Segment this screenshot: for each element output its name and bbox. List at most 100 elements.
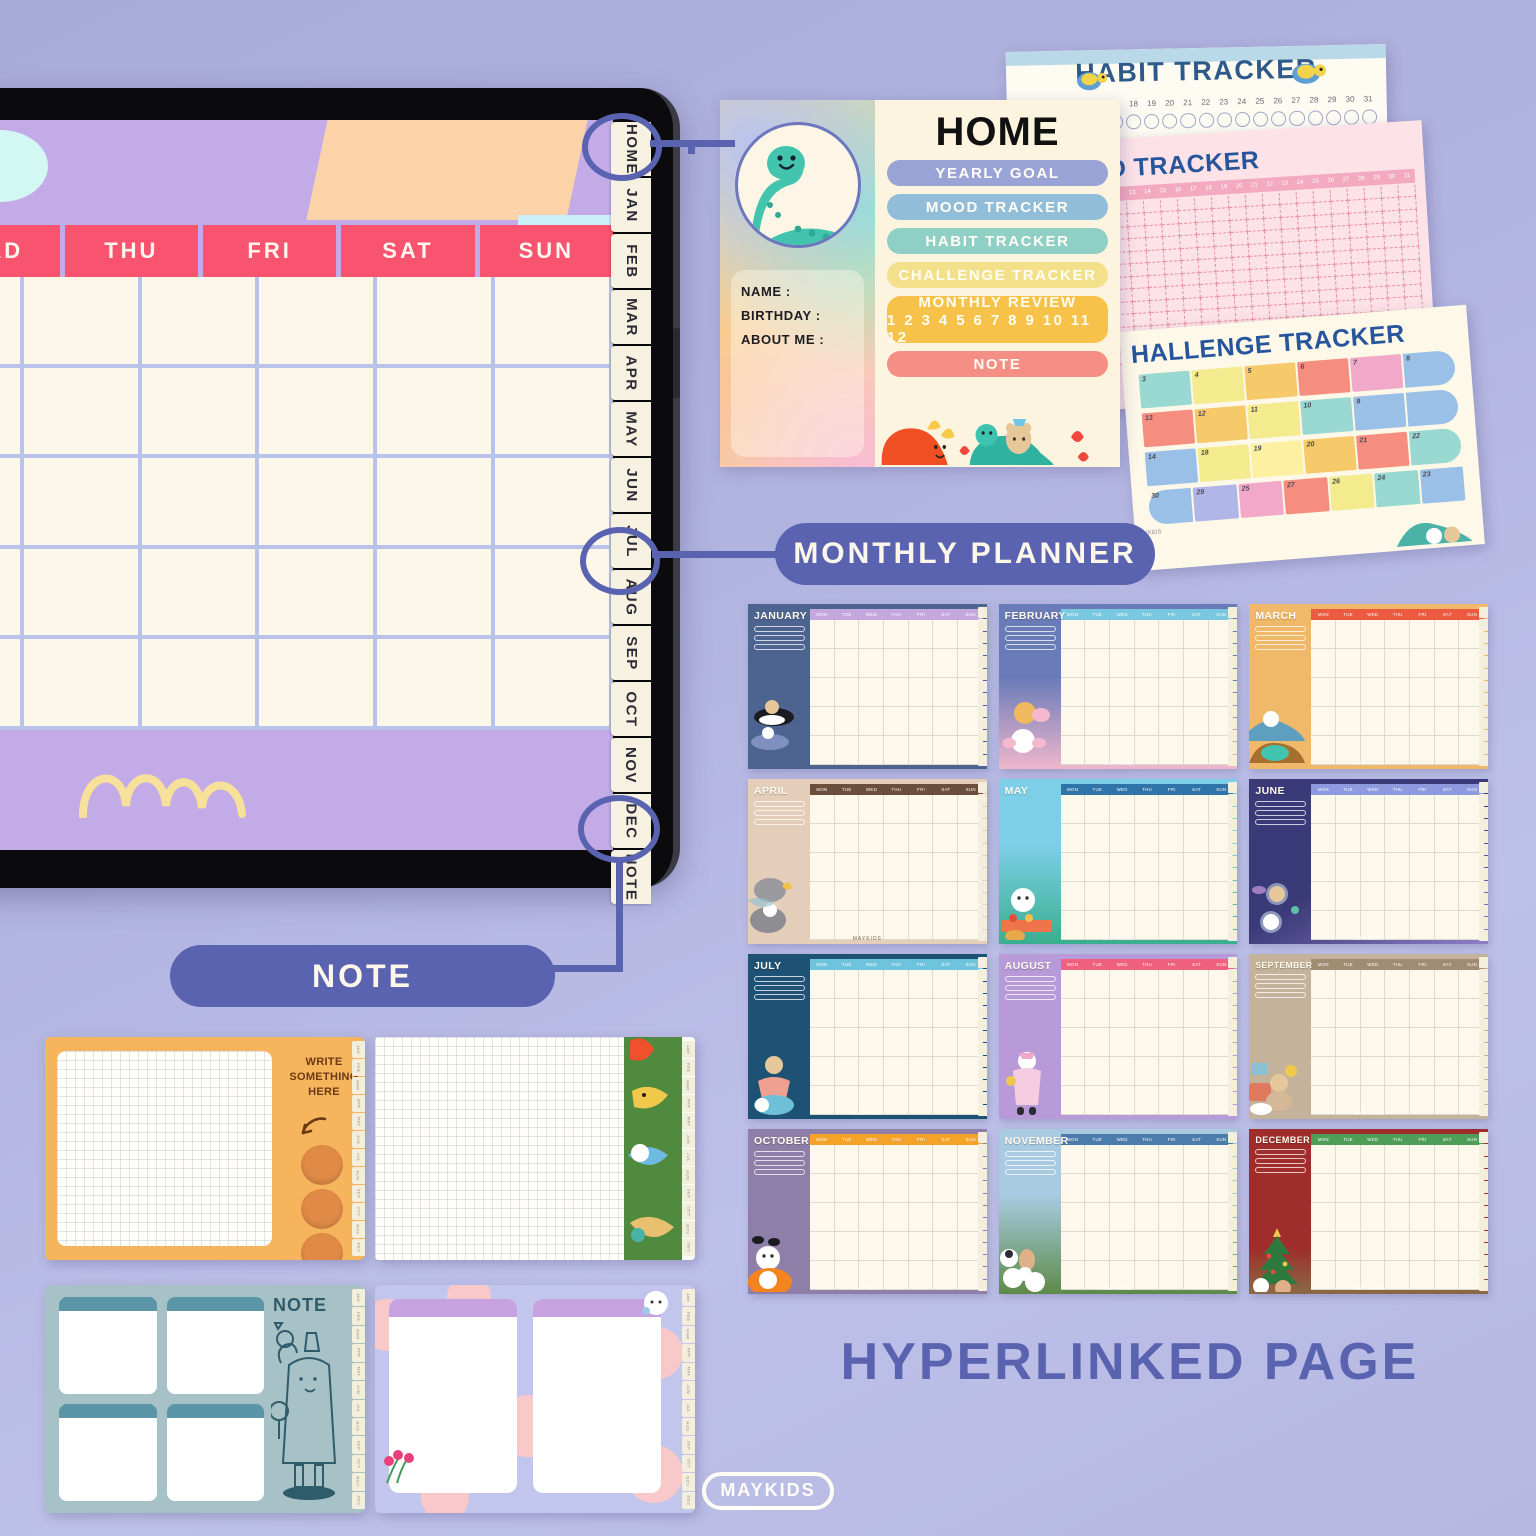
challenge-cell[interactable]: 26 xyxy=(1328,473,1375,511)
mood-cell[interactable] xyxy=(1161,211,1180,226)
mood-cell[interactable] xyxy=(1284,278,1303,293)
mood-cell[interactable] xyxy=(1149,299,1168,314)
habit-check-circle[interactable] xyxy=(1325,109,1342,126)
menu-challenge-tracker[interactable]: CHALLENGE TRACKER xyxy=(887,262,1108,288)
mood-cell[interactable] xyxy=(1267,280,1286,294)
planner-thumb-april[interactable]: APRIL MON TUE WED THU FRI SAT SUN MAYKID… xyxy=(748,779,987,944)
mood-cell[interactable] xyxy=(1399,209,1418,224)
mood-cell[interactable] xyxy=(1282,241,1301,256)
calendar-cell[interactable] xyxy=(377,639,496,730)
side-tab-strip[interactable] xyxy=(1228,607,1238,767)
mood-cell[interactable] xyxy=(1266,255,1285,269)
mood-cell[interactable] xyxy=(1146,249,1165,264)
mood-cell[interactable] xyxy=(1133,313,1152,327)
mood-cell[interactable] xyxy=(1354,299,1373,314)
mood-cell[interactable] xyxy=(1249,256,1268,270)
mood-cell[interactable] xyxy=(1314,202,1333,216)
challenge-cell[interactable]: 24 xyxy=(1374,470,1421,508)
side-tab-strip[interactable] xyxy=(977,607,987,767)
mood-cell[interactable] xyxy=(1179,223,1198,237)
mood-cell[interactable] xyxy=(1147,262,1166,276)
mood-cell[interactable] xyxy=(1331,201,1350,215)
tab-nov[interactable]: NOV xyxy=(611,738,651,792)
mood-cell[interactable] xyxy=(1297,203,1316,217)
mood-cell[interactable] xyxy=(1318,276,1337,291)
mood-cell[interactable] xyxy=(1299,240,1318,255)
mood-cell[interactable] xyxy=(1301,265,1319,279)
mood-cell[interactable] xyxy=(1263,205,1282,219)
mood-cell[interactable] xyxy=(1370,286,1389,300)
habit-check-circle[interactable] xyxy=(1144,113,1160,130)
challenge-cell[interactable]: 20 xyxy=(1303,435,1357,474)
mood-cell[interactable] xyxy=(1313,189,1332,204)
challenge-tracker-card[interactable]: HALLENGE TRACKER 3 4 5 6 7 8 13 12 11 10… xyxy=(1119,304,1485,572)
habit-check-circle[interactable] xyxy=(1307,110,1323,126)
mood-cell[interactable] xyxy=(1130,263,1149,277)
mood-cell[interactable] xyxy=(1387,285,1406,299)
mood-cell[interactable] xyxy=(1404,284,1423,298)
challenge-cell[interactable]: 4 xyxy=(1191,366,1245,405)
planner-thumb-november[interactable]: NOVEMBER MON TUE WED THU FRI SAT SUN MAY… xyxy=(998,1129,1238,1294)
mood-cell[interactable] xyxy=(1214,245,1233,260)
tab-feb[interactable]: FEB xyxy=(611,234,651,288)
planner-thumb-september[interactable]: SEPTEMBER MON TUE WED THU FRI SAT SUN MA… xyxy=(1249,954,1488,1119)
mood-cell[interactable] xyxy=(1298,228,1317,242)
mood-cell[interactable] xyxy=(1163,236,1181,250)
month-cells[interactable] xyxy=(1311,795,1484,940)
mood-cell[interactable] xyxy=(1347,187,1366,202)
tab-oct[interactable]: OCT xyxy=(611,682,651,736)
mood-cell[interactable] xyxy=(1248,243,1267,258)
calendar-cell[interactable] xyxy=(23,277,142,368)
mood-cell[interactable] xyxy=(1163,248,1182,263)
home-page-card[interactable]: NAME : BIRTHDAY : ABOUT ME : HOME YEARLY… xyxy=(720,100,1120,467)
mood-cell[interactable] xyxy=(1262,192,1281,207)
challenge-cell[interactable]: 22 xyxy=(1408,427,1463,466)
calendar-cell[interactable] xyxy=(141,277,260,368)
planner-thumb-august[interactable]: AUGUST MON TUE WED THU FRI SAT SUN MAYKI… xyxy=(998,954,1238,1119)
mood-cell[interactable] xyxy=(1268,292,1287,306)
side-tab-strip[interactable] xyxy=(1228,957,1238,1117)
mood-cell[interactable] xyxy=(1230,219,1248,234)
mood-cell[interactable] xyxy=(1320,301,1339,316)
tab-mar[interactable]: MAR xyxy=(611,290,651,344)
mood-cell[interactable] xyxy=(1286,303,1305,318)
mood-cell[interactable] xyxy=(1167,311,1186,325)
mood-cell[interactable] xyxy=(1264,217,1282,232)
mood-cell[interactable] xyxy=(1336,288,1355,302)
mood-cell[interactable] xyxy=(1199,271,1218,286)
habit-check-circle[interactable] xyxy=(1162,113,1178,129)
mood-cell[interactable] xyxy=(1131,275,1150,290)
mood-cell[interactable] xyxy=(1337,300,1356,315)
habit-check-circle[interactable] xyxy=(1289,110,1305,127)
mood-cell[interactable] xyxy=(1149,287,1167,301)
mood-cell[interactable] xyxy=(1315,227,1334,241)
mood-cell[interactable] xyxy=(1166,298,1185,313)
mood-cell[interactable] xyxy=(1234,294,1253,309)
challenge-cell[interactable]: 5 xyxy=(1244,362,1298,401)
mood-cell[interactable] xyxy=(1181,260,1200,274)
mood-cell[interactable] xyxy=(1369,261,1387,275)
calendar-cell[interactable] xyxy=(259,639,378,730)
month-cells[interactable] xyxy=(810,795,983,940)
challenge-cell[interactable]: 3 xyxy=(1138,370,1193,409)
mood-cell[interactable] xyxy=(1132,288,1150,302)
mood-cell[interactable] xyxy=(1180,247,1199,262)
mood-cell[interactable] xyxy=(1252,305,1271,320)
habit-check-circle[interactable] xyxy=(1198,112,1214,129)
mood-cell[interactable] xyxy=(1330,188,1349,203)
mood-cell[interactable] xyxy=(1402,259,1421,273)
mood-cell[interactable] xyxy=(1197,234,1215,248)
grid-writing-area[interactable] xyxy=(375,1037,624,1260)
tab-jul[interactable]: JUL xyxy=(611,514,651,568)
mood-cell[interactable] xyxy=(1229,207,1248,221)
habit-check-circle[interactable] xyxy=(1180,113,1196,129)
mood-cell[interactable] xyxy=(1368,248,1387,263)
mood-cell[interactable] xyxy=(1333,238,1352,253)
calendar-cell[interactable] xyxy=(495,458,613,549)
tab-dec[interactable]: DEC xyxy=(611,794,651,848)
mood-cell[interactable] xyxy=(1365,211,1384,226)
challenge-cell-goal[interactable]: 30 xyxy=(1147,487,1194,526)
calendar-cell[interactable] xyxy=(259,548,378,640)
knob-button[interactable] xyxy=(301,1233,343,1260)
menu-mood-tracker[interactable]: MOOD TRACKER xyxy=(887,194,1108,220)
